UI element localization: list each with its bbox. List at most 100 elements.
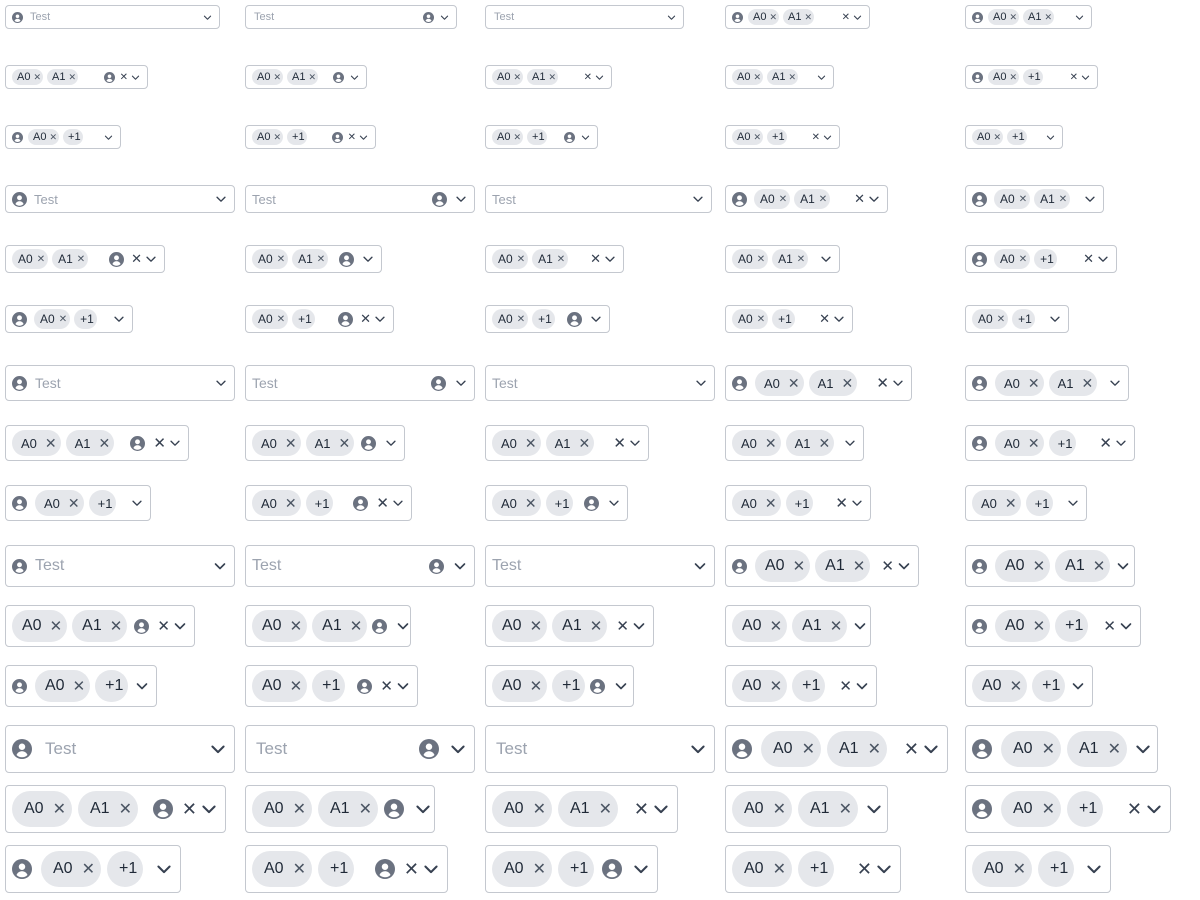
chevron-down-icon[interactable] (1133, 739, 1153, 759)
chip-remove-icon[interactable]: ✕ (1010, 677, 1023, 695)
multi-select-r14c3[interactable]: A0 ✕ +1 ✕ (725, 845, 901, 893)
clear-icon[interactable]: ✕ (1099, 434, 1112, 452)
chevron-down-icon[interactable] (214, 376, 228, 390)
multi-select-r3c0[interactable]: Test (5, 185, 235, 213)
selected-chip[interactable]: A0 ✕ (754, 189, 791, 209)
chip-remove-icon[interactable]: ✕ (73, 677, 86, 695)
selected-chip[interactable]: A0 ✕ (1001, 791, 1061, 827)
chevron-down-icon[interactable] (1144, 799, 1164, 819)
multi-select-r8c1[interactable]: A0 ✕ +1 ✕ (245, 485, 412, 521)
selected-chip[interactable]: A0 ✕ (12, 791, 72, 827)
clear-icon[interactable]: ✕ (360, 311, 371, 327)
clear-icon[interactable]: ✕ (348, 132, 356, 143)
selected-chip[interactable]: A0 ✕ (761, 731, 821, 767)
multi-select-r10c0[interactable]: A0 ✕ A1 ✕ ✕ (5, 605, 195, 647)
chevron-down-icon[interactable] (816, 72, 827, 83)
chevron-down-icon[interactable] (1080, 72, 1091, 83)
chevron-down-icon[interactable] (439, 12, 450, 23)
chip-remove-icon[interactable]: ✕ (579, 435, 591, 452)
chevron-down-icon[interactable] (1118, 618, 1134, 634)
more-count-chip[interactable]: +1 (552, 670, 586, 702)
chevron-down-icon[interactable] (891, 376, 905, 390)
multi-select-r11c4[interactable]: A0 ✕ +1 (965, 665, 1093, 707)
chevron-down-icon[interactable] (395, 618, 410, 634)
chevron-down-icon[interactable] (852, 618, 868, 634)
multi-select-r4c4[interactable]: A0 ✕ +1 ✕ (965, 245, 1117, 273)
more-count-chip[interactable]: +1 (305, 490, 334, 516)
chevron-down-icon[interactable] (1096, 252, 1110, 266)
selected-chip[interactable]: A0 ✕ (252, 249, 289, 269)
selected-chip[interactable]: A1 ✕ (72, 610, 128, 642)
more-count-chip[interactable]: +1 (545, 490, 574, 516)
chip-remove-icon[interactable]: ✕ (119, 799, 132, 819)
chevron-down-icon[interactable] (666, 12, 677, 23)
selected-chip[interactable]: A0 ✕ (34, 309, 71, 329)
chip-remove-icon[interactable]: ✕ (779, 194, 787, 205)
more-count-chip[interactable]: +1 (1034, 249, 1057, 269)
chip-remove-icon[interactable]: ✕ (290, 677, 303, 695)
multi-select-r12c0[interactable]: Test (5, 725, 235, 773)
clear-icon[interactable]: ✕ (380, 677, 393, 695)
selected-chip[interactable]: A0 ✕ (35, 490, 84, 516)
clear-icon[interactable]: ✕ (153, 434, 166, 452)
selected-chip[interactable]: A1 ✕ (305, 430, 355, 456)
chip-remove-icon[interactable]: ✕ (773, 859, 786, 879)
selected-chip[interactable]: A0 ✕ (12, 69, 44, 85)
more-count-chip[interactable]: +1 (312, 670, 346, 702)
selected-chip[interactable]: A1 ✕ (557, 791, 618, 827)
selected-chip[interactable]: A1 ✕ (1048, 370, 1098, 396)
chip-remove-icon[interactable]: ✕ (765, 495, 777, 512)
multi-select-r14c2[interactable]: A0 ✕ +1 (485, 845, 658, 893)
chip-remove-icon[interactable]: ✕ (285, 495, 297, 512)
chip-remove-icon[interactable]: ✕ (533, 859, 546, 879)
multi-select-r9c0[interactable]: Test (5, 545, 235, 587)
clear-icon[interactable]: ✕ (590, 251, 601, 267)
selected-chip[interactable]: A0 ✕ (755, 550, 811, 582)
chip-remove-icon[interactable]: ✕ (277, 314, 285, 325)
chevron-down-icon[interactable] (896, 558, 912, 574)
chip-remove-icon[interactable]: ✕ (853, 557, 866, 575)
chevron-down-icon[interactable] (822, 132, 833, 143)
more-count-chip[interactable]: +1 (527, 129, 547, 145)
chip-remove-icon[interactable]: ✕ (819, 435, 831, 452)
clear-icon[interactable]: ✕ (120, 72, 128, 83)
multi-select-r12c2[interactable]: Test (485, 725, 715, 773)
selected-chip[interactable]: A0 ✕ (492, 670, 548, 702)
chevron-down-icon[interactable] (349, 72, 360, 83)
selected-chip[interactable]: A0 ✕ (492, 610, 548, 642)
selected-chip[interactable]: A0 ✕ (252, 791, 312, 827)
clear-icon[interactable]: ✕ (1103, 617, 1116, 635)
chevron-down-icon[interactable] (1115, 558, 1131, 574)
clear-icon[interactable]: ✕ (131, 251, 142, 267)
multi-select-r13c3[interactable]: A0 ✕ A1 ✕ (725, 785, 888, 833)
chip-remove-icon[interactable]: ✕ (788, 375, 800, 392)
multi-select-r13c1[interactable]: A0 ✕ A1 ✕ (245, 785, 435, 833)
multi-select-r10c4[interactable]: A0 ✕ +1 ✕ (965, 605, 1141, 647)
chevron-down-icon[interactable] (589, 312, 603, 326)
selected-chip[interactable]: A1 ✕ (312, 610, 368, 642)
selected-chip[interactable]: A1 ✕ (1066, 731, 1127, 767)
chevron-down-icon[interactable] (421, 859, 441, 879)
chevron-down-icon[interactable] (631, 618, 647, 634)
multi-select-r8c4[interactable]: A0 ✕ +1 (965, 485, 1087, 521)
more-count-chip[interactable]: +1 (1012, 309, 1035, 329)
clear-icon[interactable]: ✕ (819, 311, 830, 327)
more-count-chip[interactable]: +1 (63, 129, 83, 145)
multi-select-r12c4[interactable]: A0 ✕ A1 ✕ (965, 725, 1158, 773)
chip-remove-icon[interactable]: ✕ (513, 72, 521, 83)
chip-remove-icon[interactable]: ✕ (770, 617, 783, 635)
clear-icon[interactable]: ✕ (634, 799, 649, 820)
clear-icon[interactable]: ✕ (881, 557, 894, 575)
chevron-down-icon[interactable] (454, 376, 468, 390)
chip-remove-icon[interactable]: ✕ (1028, 375, 1040, 392)
selected-chip[interactable]: A0 ✕ (972, 129, 1004, 145)
chevron-down-icon[interactable] (854, 678, 870, 694)
chip-remove-icon[interactable]: ✕ (293, 799, 306, 819)
chevron-down-icon[interactable] (850, 496, 864, 510)
chevron-down-icon[interactable] (202, 12, 213, 23)
chip-remove-icon[interactable]: ✕ (599, 799, 612, 819)
chip-remove-icon[interactable]: ✕ (590, 617, 603, 635)
chip-remove-icon[interactable]: ✕ (525, 435, 537, 452)
chip-remove-icon[interactable]: ✕ (317, 254, 325, 265)
chevron-down-icon[interactable] (154, 859, 174, 879)
